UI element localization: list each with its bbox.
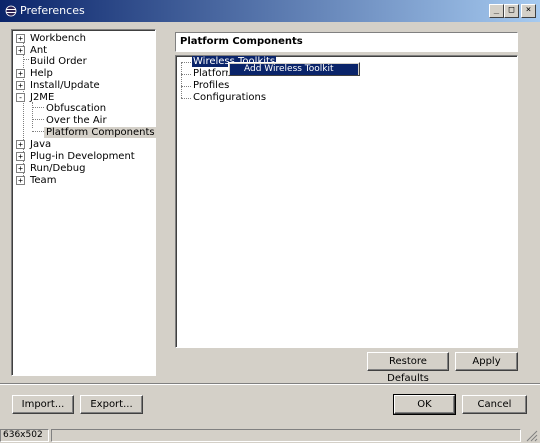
export-label: Export... bbox=[90, 399, 133, 410]
tree-item-label: Profiles bbox=[193, 80, 230, 91]
preferences-tree[interactable]: + Workbench + Ant Build Order + Help + I… bbox=[11, 29, 157, 376]
import-button[interactable]: Import... bbox=[12, 395, 74, 414]
tree-item-label: Team bbox=[30, 175, 57, 186]
tree-item-configurations[interactable]: Configurations bbox=[193, 92, 266, 104]
tree-line bbox=[32, 119, 44, 120]
expand-icon[interactable]: + bbox=[16, 81, 25, 90]
export-button[interactable]: Export... bbox=[80, 395, 143, 414]
eclipse-app-icon bbox=[5, 5, 17, 17]
status-message bbox=[51, 429, 521, 442]
page-header: Platform Components bbox=[175, 32, 518, 52]
tree-item-label: Platform Components bbox=[44, 127, 157, 138]
divider bbox=[0, 383, 540, 385]
ok-button[interactable]: OK bbox=[393, 394, 456, 415]
tree-item-label: Obfuscation bbox=[46, 103, 107, 114]
tree-item-label: Help bbox=[30, 68, 53, 79]
tree-item-label: Install/Update bbox=[30, 80, 100, 91]
minimize-button[interactable]: _ bbox=[489, 4, 504, 18]
expand-icon[interactable]: + bbox=[16, 176, 25, 185]
expand-icon[interactable]: + bbox=[16, 69, 25, 78]
tree-item-profiles[interactable]: Profiles bbox=[193, 80, 229, 92]
maximize-button[interactable]: □ bbox=[504, 4, 519, 18]
tree-line bbox=[181, 74, 191, 75]
tree-line bbox=[181, 98, 191, 99]
platform-components-tree[interactable]: Wireless Toolkits Platforms Profiles Con… bbox=[175, 55, 518, 348]
tree-item-label: Build Order bbox=[30, 56, 87, 67]
status-bar: 636x502 bbox=[0, 427, 540, 443]
tree-line bbox=[23, 59, 29, 60]
expand-icon[interactable]: + bbox=[16, 164, 25, 173]
tree-item-label: Workbench bbox=[30, 33, 86, 44]
title-bar: Preferences _ □ × bbox=[0, 0, 540, 22]
tree-line bbox=[181, 62, 182, 98]
tree-item-over-the-air[interactable]: Over the Air bbox=[46, 115, 107, 127]
apply-label: Apply bbox=[472, 356, 501, 367]
expand-icon[interactable]: + bbox=[16, 46, 25, 55]
tree-item-platform-components[interactable]: Platform Components bbox=[44, 127, 157, 139]
close-button[interactable]: × bbox=[521, 4, 536, 18]
restore-defaults-label: Restore Defaults bbox=[387, 356, 429, 384]
tree-line bbox=[32, 102, 33, 128]
cancel-label: Cancel bbox=[477, 399, 512, 410]
tree-line bbox=[181, 86, 191, 87]
tree-item-label: Over the Air bbox=[46, 115, 107, 126]
collapse-icon[interactable]: - bbox=[16, 93, 25, 102]
tree-line bbox=[23, 42, 24, 184]
context-menu: Add Wireless Toolkit bbox=[228, 62, 360, 76]
tree-line bbox=[32, 131, 44, 132]
tree-item-label: Plug-in Development bbox=[30, 151, 135, 162]
expand-icon[interactable]: + bbox=[16, 140, 25, 149]
tree-item-label: Run/Debug bbox=[30, 163, 86, 174]
tree-line bbox=[181, 62, 191, 63]
resize-grip-icon[interactable] bbox=[526, 430, 538, 442]
status-size: 636x502 bbox=[0, 429, 49, 442]
ok-label: OK bbox=[417, 399, 432, 410]
import-label: Import... bbox=[21, 399, 65, 410]
restore-defaults-button[interactable]: Restore Defaults bbox=[367, 352, 449, 384]
window-title: Preferences bbox=[20, 4, 85, 17]
tree-item-obfuscation[interactable]: Obfuscation bbox=[46, 103, 106, 115]
tree-item-label: Configurations bbox=[193, 92, 267, 103]
apply-button[interactable]: Apply bbox=[455, 352, 518, 371]
tree-line bbox=[32, 107, 44, 108]
expand-icon[interactable]: + bbox=[16, 34, 25, 43]
expand-icon[interactable]: + bbox=[16, 152, 25, 161]
menu-item-add-wireless-toolkit[interactable]: Add Wireless Toolkit bbox=[230, 64, 358, 75]
cancel-button[interactable]: Cancel bbox=[462, 395, 527, 414]
page-title: Platform Components bbox=[180, 36, 303, 47]
tree-item-label: Java bbox=[30, 139, 52, 150]
